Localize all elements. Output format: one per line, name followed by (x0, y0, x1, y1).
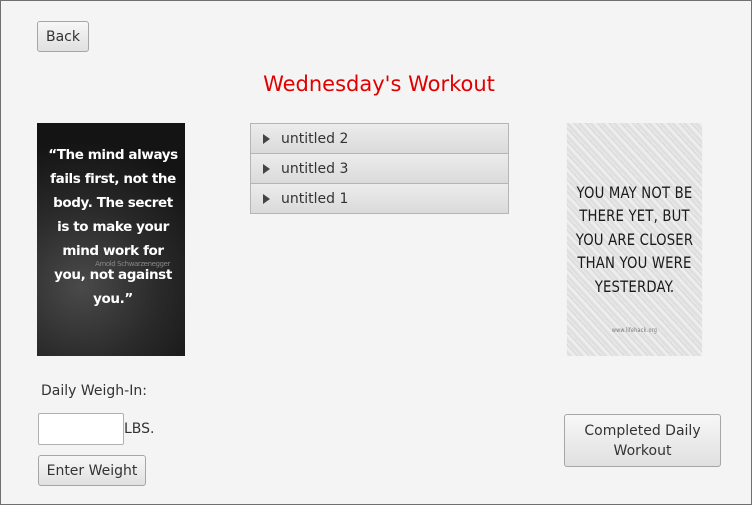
enter-weight-button[interactable]: Enter Weight (38, 455, 146, 486)
motivational-image-right: YOU MAY NOT BE THERE YET, BUT YOU ARE CL… (566, 123, 703, 356)
expand-arrow-icon (263, 163, 270, 174)
accordion-item-label: untitled 1 (281, 190, 349, 207)
weight-input[interactable] (38, 413, 124, 445)
workout-accordion: untitled 2 untitled 3 untitled 1 (250, 123, 509, 214)
expand-arrow-icon (263, 193, 270, 204)
expand-arrow-icon (263, 133, 270, 144)
page-title: Wednesday's Workout (263, 72, 495, 96)
accordion-item[interactable]: untitled 2 (250, 123, 509, 154)
unit-label: LBS. (124, 421, 155, 437)
completed-daily-workout-button[interactable]: Completed Daily Workout (564, 414, 721, 467)
accordion-item-label: untitled 3 (281, 160, 349, 177)
accordion-item[interactable]: untitled 3 (250, 153, 509, 184)
quote-text-right: YOU MAY NOT BE THERE YET, BUT YOU ARE CL… (575, 182, 694, 296)
accordion-item-label: untitled 2 (281, 130, 349, 147)
back-button[interactable]: Back (37, 21, 89, 52)
quote-attribution-left: Arnold Schwarzenegger (95, 260, 170, 268)
weigh-in-label: Daily Weigh-In: (41, 383, 147, 399)
quote-text-left: “The mind always fails first, not the bo… (48, 147, 178, 307)
motivational-image-left: “The mind always fails first, not the bo… (37, 123, 185, 356)
quote-attribution-right: www.lifehack.org (611, 326, 658, 334)
accordion-item[interactable]: untitled 1 (250, 183, 509, 214)
